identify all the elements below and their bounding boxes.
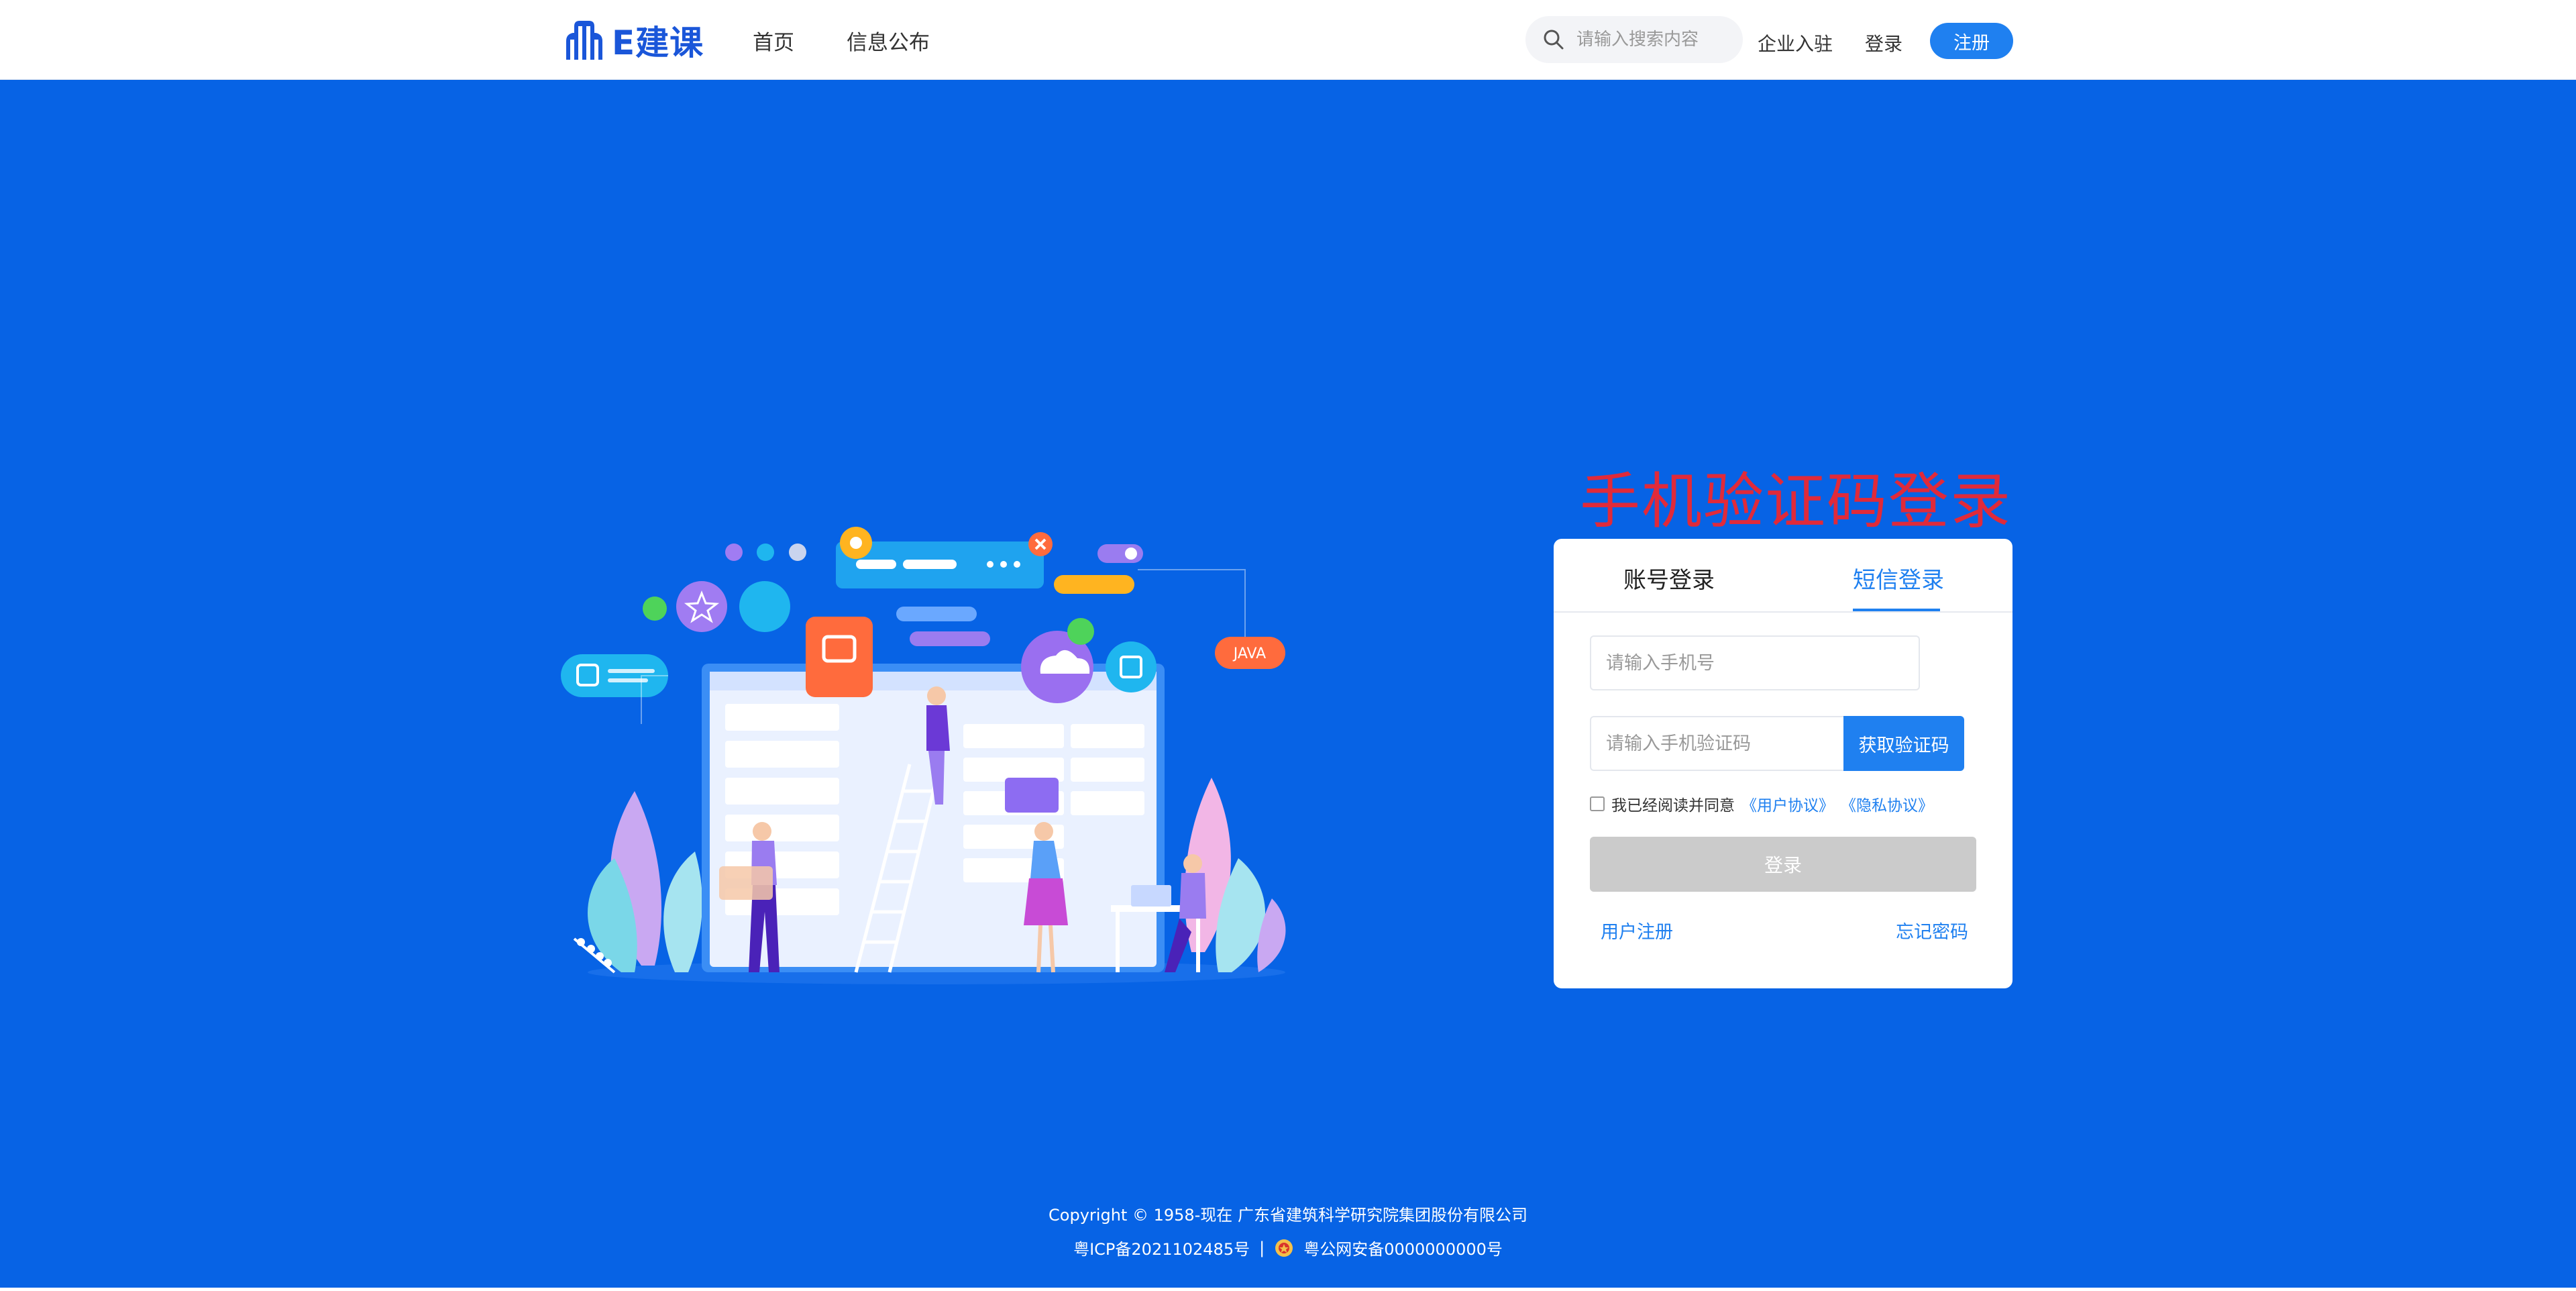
logo-text: E建课: [612, 23, 704, 62]
icp-link[interactable]: 粤ICP备2021102485号: [1073, 1236, 1250, 1259]
police-badge-icon: [1275, 1239, 1293, 1257]
tab-account-login[interactable]: 账号登录: [1623, 562, 1715, 595]
get-code-button[interactable]: 获取验证码: [1843, 716, 1964, 771]
login-link[interactable]: 登录: [1865, 30, 1902, 56]
active-tab-indicator: [1853, 609, 1940, 611]
police-record-link[interactable]: 粤公网安备0000000000号: [1303, 1236, 1503, 1259]
privacy-agreement-link[interactable]: 《隐私协议》: [1841, 792, 1933, 815]
code-field[interactable]: [1590, 716, 1845, 771]
phone-field[interactable]: [1590, 635, 1920, 690]
top-header: E建课 首页 信息公布 企业入驻 登录 注册: [0, 0, 2576, 80]
agree-text: 我已经阅读并同意: [1611, 797, 1735, 815]
page-title: 手机验证码登录: [1580, 466, 2012, 537]
footer-separator: |: [1259, 1238, 1265, 1257]
team-collaboration-illustration: JAVA: [561, 527, 1286, 984]
forgot-password-link[interactable]: 忘记密码: [1896, 917, 1968, 943]
code-input[interactable]: [1605, 732, 1829, 755]
enterprise-join-link[interactable]: 企业入驻: [1758, 30, 1833, 56]
nav-info-publish[interactable]: 信息公布: [847, 25, 930, 56]
agreement-row: 我已经阅读并同意 《用户协议》 《隐私协议》: [1590, 792, 1933, 815]
bottom-strip: [0, 1288, 2576, 1291]
logo-building-icon: [566, 21, 602, 60]
search-box[interactable]: [1525, 16, 1743, 63]
search-input[interactable]: [1575, 29, 1739, 50]
java-badge-text: JAVA: [1232, 646, 1266, 662]
footer-registration: 粤ICP备2021102485号 | 粤公网安备0000000000号: [0, 1236, 2576, 1259]
nav-home[interactable]: 首页: [753, 25, 794, 56]
register-button[interactable]: 注册: [1930, 23, 2013, 59]
agree-checkbox[interactable]: [1590, 796, 1605, 811]
user-agreement-link[interactable]: 《用户协议》: [1741, 792, 1834, 815]
login-button[interactable]: 登录: [1590, 837, 1976, 892]
login-tabs: 账号登录 短信登录: [1554, 539, 2012, 613]
phone-input[interactable]: [1605, 652, 1902, 674]
search-icon: [1544, 30, 1564, 50]
login-card: 账号登录 短信登录 获取验证码 我已经阅读并同意 《用户协议》 《隐私协议》 登…: [1554, 539, 2012, 988]
tab-sms-login[interactable]: 短信登录: [1853, 562, 1944, 595]
copyright-text: Copyright © 1958-现在 广东省建筑科学研究院集团股份有限公司: [1049, 1206, 1527, 1225]
main-banner: JAVA 手机验证码登录 账号登录 短信登录 获取验证码 我已经阅读并同意 《用…: [0, 80, 2576, 1288]
logo[interactable]: E建课: [561, 16, 704, 64]
user-register-link[interactable]: 用户注册: [1601, 917, 1673, 943]
